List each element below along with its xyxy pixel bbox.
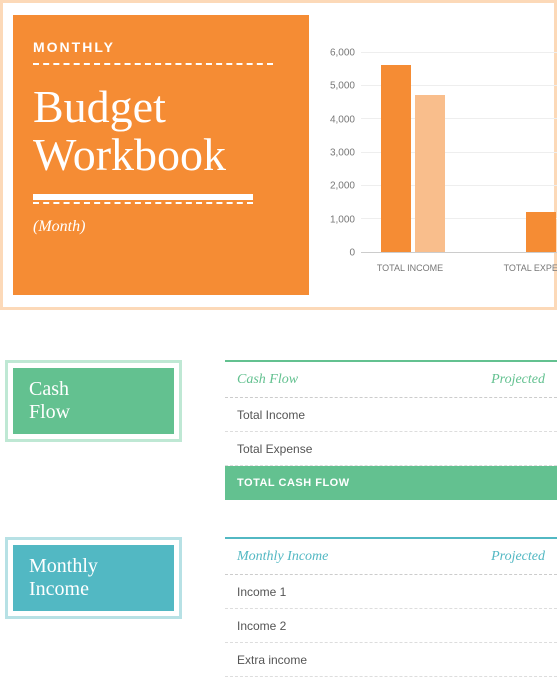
header-left: Monthly Income bbox=[237, 549, 328, 565]
table-row: Extra income bbox=[225, 643, 557, 677]
row-label: Income 2 bbox=[237, 619, 286, 633]
xtick: TOTAL EXPENSE bbox=[495, 263, 557, 273]
row-label: Total Income bbox=[237, 408, 305, 422]
bar-chart: 0 1,000 2,000 3,000 4,000 5,000 6,000 TO… bbox=[323, 53, 557, 293]
ytick: 6,000 bbox=[315, 48, 355, 59]
table-row: Income 2 bbox=[225, 609, 557, 643]
table-row: Income 1 bbox=[225, 575, 557, 609]
cash-flow-table: Cash Flow Projected Total Income Total E… bbox=[225, 360, 557, 500]
table-row: Total Expense bbox=[225, 432, 557, 466]
ytick: 5,000 bbox=[315, 81, 355, 92]
header-right: Projected bbox=[491, 372, 545, 388]
row-label: Income 1 bbox=[237, 585, 286, 599]
header-right: Projected bbox=[491, 549, 545, 565]
monthly-income-table: Monthly Income Projected Income 1 Income… bbox=[225, 537, 557, 677]
divider bbox=[33, 63, 273, 65]
bar-income-2 bbox=[415, 95, 445, 252]
hero-title-line2: Workbook bbox=[33, 129, 226, 180]
hero-title-line1: Budget bbox=[33, 81, 166, 132]
monthly-income-label: Monthly Income bbox=[5, 537, 182, 619]
hero-panel: MONTHLY Budget Workbook (Month) 0 1,000 bbox=[0, 0, 557, 310]
income-title-2: Income bbox=[29, 578, 89, 600]
divider-thick bbox=[33, 194, 253, 200]
ytick: 0 bbox=[315, 248, 355, 259]
ytick: 3,000 bbox=[315, 148, 355, 159]
divider bbox=[33, 202, 253, 204]
table-header: Monthly Income Projected bbox=[225, 539, 557, 575]
total-label: TOTAL CASH FLOW bbox=[237, 477, 350, 489]
cash-flow-label: Cash Flow bbox=[5, 360, 182, 442]
hero-title: Budget Workbook bbox=[33, 83, 289, 180]
bar-income-1 bbox=[381, 65, 411, 252]
ytick: 1,000 bbox=[315, 214, 355, 225]
income-title-1: Monthly bbox=[29, 555, 98, 577]
cash-flow-label-inner: Cash Flow bbox=[13, 368, 174, 434]
row-label: Total Expense bbox=[237, 442, 312, 456]
header-left: Cash Flow bbox=[237, 372, 298, 388]
hero-month: (Month) bbox=[33, 218, 289, 236]
bar-expense-1 bbox=[526, 212, 556, 252]
xtick: TOTAL INCOME bbox=[365, 263, 455, 273]
monthly-income-label-inner: Monthly Income bbox=[13, 545, 174, 611]
chart-plot bbox=[361, 53, 557, 253]
ytick: 2,000 bbox=[315, 181, 355, 192]
table-header: Cash Flow Projected bbox=[225, 362, 557, 398]
hero-label: MONTHLY bbox=[33, 39, 289, 55]
ytick: 4,000 bbox=[315, 114, 355, 125]
table-row-total: TOTAL CASH FLOW bbox=[225, 466, 557, 500]
cash-flow-title-1: Cash bbox=[29, 378, 69, 400]
cash-flow-title-2: Flow bbox=[29, 401, 70, 423]
hero-box: MONTHLY Budget Workbook (Month) bbox=[13, 15, 309, 295]
table-row: Total Income bbox=[225, 398, 557, 432]
